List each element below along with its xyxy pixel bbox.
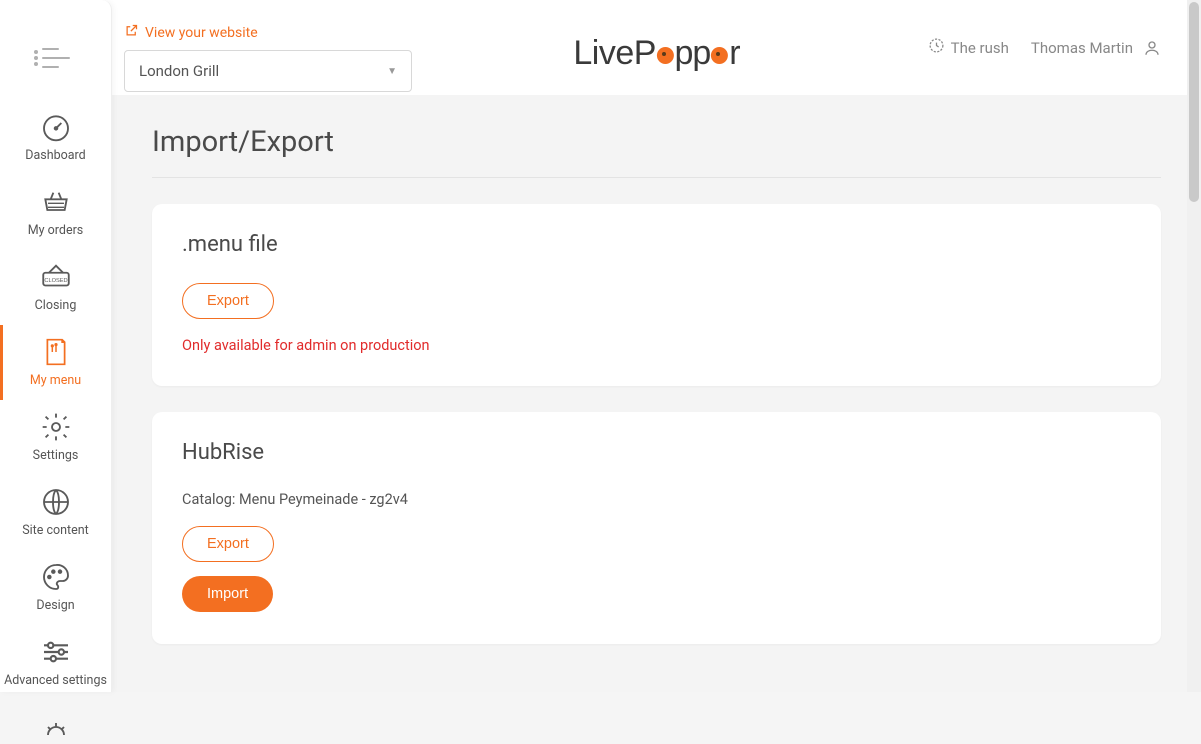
sidebar-item-label: Advanced settings — [4, 673, 107, 688]
globe-icon — [39, 485, 73, 519]
external-link-icon — [124, 23, 139, 42]
sidebar-item-label: Closing — [35, 298, 77, 313]
user-icon — [1143, 39, 1161, 57]
hamburger-menu-icon[interactable] — [42, 48, 70, 68]
sidebar-item-label: My menu — [30, 373, 81, 388]
gear-icon — [39, 410, 73, 444]
page-title: Import/Export — [152, 125, 1161, 159]
sidebar-item-site-content[interactable]: Site content — [0, 475, 111, 550]
admin-warning-text: Only available for admin on production — [182, 337, 1131, 354]
menu-book-icon — [39, 335, 73, 369]
scrollbar[interactable] — [1187, 0, 1201, 692]
sidebar-item-design[interactable]: Design — [0, 550, 111, 625]
logo-first: Live — [573, 34, 633, 73]
scrollbar-thumb[interactable] — [1189, 2, 1199, 202]
sidebar-item-label: Design — [36, 598, 74, 613]
view-website-link[interactable]: View your website — [124, 23, 412, 42]
location-selected-value: London Grill — [139, 62, 219, 80]
svg-text:CLOSED: CLOSED — [44, 278, 67, 284]
card-hubrise: HubRise Catalog: Menu Peymeinade - zg2v4… — [152, 412, 1161, 644]
sidebar-item-extra[interactable] — [0, 700, 111, 744]
export-menu-button[interactable]: Export — [182, 283, 274, 319]
view-website-label: View your website — [145, 25, 258, 41]
location-select[interactable]: London Grill ▼ — [124, 50, 412, 92]
export-hubrise-button[interactable]: Export — [182, 526, 274, 562]
closed-sign-icon: CLOSED — [39, 260, 73, 294]
sidebar-item-label: Site content — [22, 523, 89, 538]
topbar: View your website London Grill ▼ LivePep… — [112, 0, 1201, 95]
sidebar-item-label: Dashboard — [25, 148, 85, 163]
logo: LivePepper — [573, 34, 739, 73]
card-menu-file: .menu file Export Only available for adm… — [152, 204, 1161, 386]
gear-partial-icon — [39, 710, 73, 744]
import-hubrise-button[interactable]: Import — [182, 576, 273, 612]
sidebar-item-advanced-settings[interactable]: Advanced settings — [0, 625, 111, 700]
sidebar-item-menu[interactable]: My menu — [0, 325, 111, 400]
content-area: Import/Export .menu file Export Only ava… — [112, 95, 1201, 692]
sidebar-item-closing[interactable]: CLOSED Closing — [0, 250, 111, 325]
rush-link[interactable]: The rush — [928, 37, 1009, 58]
palette-icon — [39, 560, 73, 594]
basket-icon — [39, 185, 73, 219]
chevron-down-icon: ▼ — [387, 66, 397, 77]
sliders-icon — [39, 635, 73, 669]
sidebar: Dashboard My orders CLOSED Closing My me… — [0, 0, 112, 692]
clock-icon — [928, 37, 945, 58]
user-menu[interactable]: Thomas Martin — [1031, 39, 1161, 57]
catalog-line: Catalog: Menu Peymeinade - zg2v4 — [182, 491, 1131, 508]
rush-label: The rush — [951, 39, 1009, 57]
divider — [152, 177, 1161, 178]
sidebar-item-dashboard[interactable]: Dashboard — [0, 100, 111, 175]
user-name: Thomas Martin — [1031, 39, 1133, 57]
card-title: HubRise — [182, 440, 1131, 465]
sidebar-item-orders[interactable]: My orders — [0, 175, 111, 250]
sidebar-item-label: My orders — [28, 223, 84, 238]
gauge-icon — [39, 110, 73, 144]
sidebar-item-settings[interactable]: Settings — [0, 400, 111, 475]
card-title: .menu file — [182, 232, 1131, 257]
sidebar-item-label: Settings — [33, 448, 79, 463]
